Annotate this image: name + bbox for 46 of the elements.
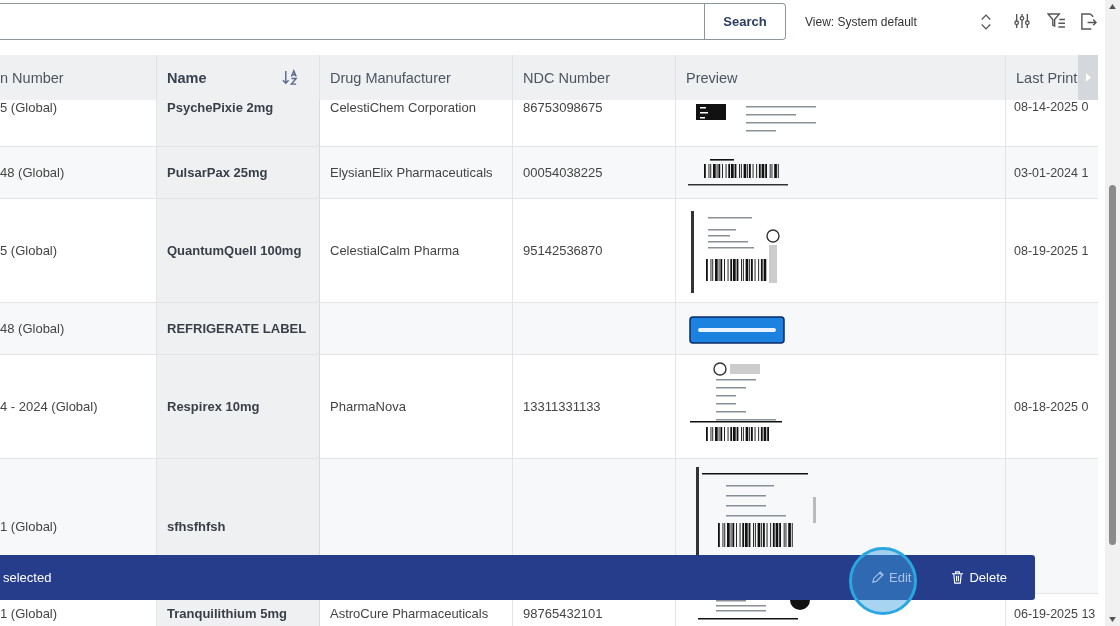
table-cell: 08-14-2025 0 [1014, 100, 1089, 114]
export-icon[interactable] [1080, 13, 1097, 30]
table-cell: 95142536870 [523, 243, 603, 258]
table-cell: 86753098675 [523, 100, 603, 115]
table-cell: 4 - 2024 (Global) [0, 399, 98, 414]
table-cell: 13311331133 [523, 399, 601, 414]
table-cell: PulsarPax 25mg [167, 165, 268, 180]
table-cell: Tranquilithium 5mg [167, 606, 287, 621]
column-header[interactable]: Last Print [1006, 55, 1078, 100]
search-field[interactable]: Search [0, 3, 786, 40]
table-cell: 08-18-2025 0 [1014, 399, 1089, 414]
delete-button[interactable]: Delete [941, 564, 1017, 591]
table-cell: REFRIGERATE LABEL [167, 321, 307, 336]
view-label[interactable]: View: System default [805, 15, 965, 29]
caret-right-icon [1085, 73, 1091, 82]
table-cell: AstroCure Pharmaceuticals [330, 606, 489, 621]
table-cell: CelestiChem Corporation [330, 100, 476, 115]
sliders-icon[interactable] [1014, 13, 1030, 29]
table-cell: 06-19-2025 13 [1014, 606, 1096, 621]
scroll-up-icon[interactable] [1109, 4, 1116, 9]
table-cell: 98765432101 [523, 606, 603, 621]
table-cell: CelestialCalm Pharma [330, 243, 460, 258]
search-button[interactable]: Search [704, 4, 785, 39]
table-cell: PsychePixie 2mg [167, 100, 274, 115]
table-cell: Respirex 10mg [167, 399, 260, 414]
trash-icon [951, 571, 965, 584]
table-cell: QuantumQuell 100mg [167, 243, 302, 258]
table-cell: 08-19-2025 1 [1014, 243, 1089, 258]
table-cell: 1 (Global) [0, 518, 58, 534]
scrollbar[interactable] [1105, 0, 1120, 626]
scroll-down-icon[interactable] [1109, 617, 1116, 622]
table-cell: 03-01-2024 1 [1014, 165, 1089, 180]
table-cell: sfhsfhfsh [167, 518, 226, 534]
table-cell: 48 (Global) [0, 165, 65, 180]
selection-status: selected [2, 570, 52, 585]
table-cell: 1 (Global) [0, 606, 58, 621]
sort-toggle-icon[interactable] [980, 13, 992, 31]
table-cell: PharmaNova [330, 399, 406, 414]
table-cell: ElysianElix Pharmaceuticals [330, 165, 493, 180]
pencil-icon [871, 571, 884, 584]
filter-icon[interactable] [1047, 13, 1066, 28]
table-cell: 00054038225 [523, 165, 603, 180]
table-cell: 5 (Global) [0, 100, 58, 115]
sort-ascending-icon[interactable] [282, 69, 299, 86]
table-cell: 5 (Global) [0, 243, 58, 258]
table-cell: 48 (Global) [0, 321, 65, 336]
